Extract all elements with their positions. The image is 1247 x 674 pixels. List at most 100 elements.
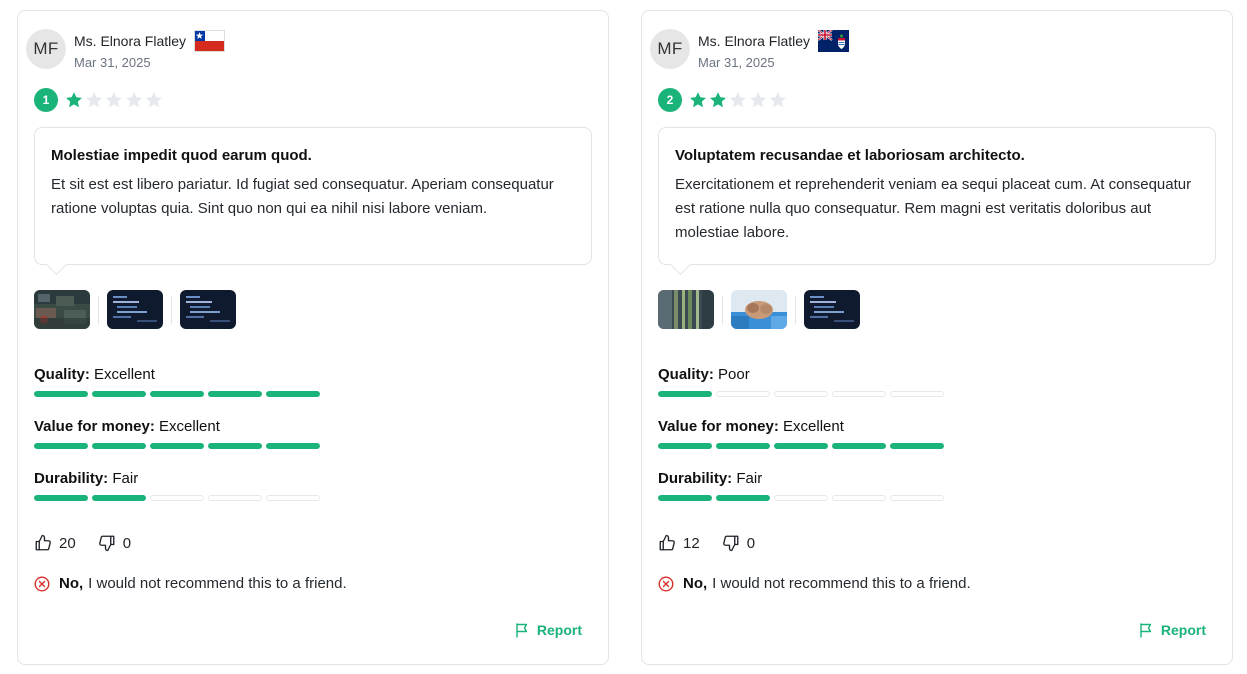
rating-row: 2 (658, 88, 788, 112)
review-images (34, 290, 236, 329)
star-rating (64, 90, 164, 110)
attribute-bar (658, 495, 948, 501)
bar-segment-filled (832, 443, 886, 449)
review-title: Voluptatem recusandae et laboriosam arch… (675, 147, 1025, 164)
review-images (658, 290, 860, 329)
attribute-quality: Quality: Poor (658, 365, 948, 397)
circuit-board-thumbnail[interactable] (34, 290, 90, 329)
bar-segment-empty (774, 391, 828, 397)
star-empty-icon (106, 92, 122, 108)
attribute-bar (34, 443, 324, 449)
thumbs-up-button[interactable]: 12 (658, 534, 700, 552)
rating-badge: 1 (34, 88, 58, 112)
bar-segment-empty (832, 391, 886, 397)
attribute-durability: Durability: Fair (658, 469, 948, 501)
review-body: Et sit est est libero pariatur. Id fugia… (51, 176, 554, 217)
thumbs-down-icon (98, 535, 115, 552)
thumbs-down-count: 0 (746, 534, 756, 552)
attribute-label: Value for money: (658, 418, 779, 435)
thumbs-up-icon (659, 534, 675, 551)
bar-segment-filled (150, 443, 204, 449)
thumbs-up-count: 20 (59, 534, 76, 552)
thumbs-up-button[interactable]: 20 (34, 534, 76, 552)
report-button[interactable]: Report (514, 622, 582, 638)
close-circle-icon (34, 575, 50, 592)
recommend-answer: No, (59, 575, 84, 592)
bar-segment-empty (266, 495, 320, 501)
review-body: Exercitationem et reprehenderit veniam e… (675, 176, 1192, 241)
thumbs-up-icon (35, 534, 51, 551)
attribute-value: Fair (112, 470, 139, 487)
report-button[interactable]: Report (1138, 622, 1206, 638)
attribute-bar (658, 391, 948, 397)
thumbnail-separator (722, 295, 723, 324)
review-card: MF Ms. Elnora Flatley Mar 31, 2025 2 Vol… (641, 10, 1233, 665)
review-date: Mar 31, 2025 (698, 55, 775, 70)
bar-segment-filled (774, 443, 828, 449)
code-screen-thumbnail[interactable] (804, 290, 860, 329)
bar-segment-filled (208, 391, 262, 397)
bar-segment-empty (890, 495, 944, 501)
recommend-text: I would not recommend this to a friend. (88, 575, 347, 592)
handshake-thumbnail[interactable] (731, 290, 787, 329)
bar-segment-empty (774, 495, 828, 501)
thumbs-up-count: 12 (683, 534, 700, 552)
thumbnail-separator (171, 295, 172, 324)
attribute-label: Quality: (34, 366, 90, 383)
bar-segment-filled (92, 391, 146, 397)
author-name: Ms. Elnora Flatley (74, 33, 187, 49)
star-empty-icon (146, 92, 162, 108)
review-header: MF Ms. Elnora Flatley Mar 31, 2025 (650, 29, 850, 70)
star-rating (688, 90, 788, 110)
bar-segment-filled (266, 391, 320, 397)
report-label: Report (536, 622, 582, 638)
star-empty-icon (86, 92, 102, 108)
bar-segment-empty (890, 391, 944, 397)
recommendation: No, I would not recommend this to a frie… (658, 575, 971, 592)
bar-segment-filled (890, 443, 944, 449)
rating-badge: 2 (658, 88, 682, 112)
attribute-bar (34, 495, 324, 501)
attribute-bar (34, 391, 324, 397)
thumbs-down-button[interactable]: 0 (98, 534, 131, 552)
cayman-islands-flag-icon (818, 30, 850, 52)
review-bubble: Voluptatem recusandae et laboriosam arch… (658, 127, 1216, 265)
attribute-value-for-money: Value for money: Excellent (34, 417, 324, 449)
name-row: Ms. Elnora Flatley (74, 29, 226, 53)
name-row: Ms. Elnora Flatley (698, 29, 850, 53)
bar-segment-filled (716, 495, 770, 501)
thumbnail-separator (98, 295, 99, 324)
bar-segment-filled (716, 443, 770, 449)
recommend-text: I would not recommend this to a friend. (712, 575, 971, 592)
review-title: Molestiae impedit quod earum quod. (51, 147, 312, 164)
star-filled-icon (66, 92, 82, 108)
bar-segment-filled (266, 443, 320, 449)
code-screen-thumbnail[interactable] (107, 290, 163, 329)
star-empty-icon (126, 92, 142, 108)
attribute-value: Excellent (94, 366, 155, 383)
attribute-quality: Quality: Excellent (34, 365, 324, 397)
avatar: MF (26, 29, 66, 69)
close-circle-icon (658, 575, 674, 592)
star-empty-icon (770, 92, 786, 108)
bar-segment-filled (150, 391, 204, 397)
attribute-value-for-money: Value for money: Excellent (658, 417, 948, 449)
review-card: MF Ms. Elnora Flatley Mar 31, 2025 1 Mol… (17, 10, 609, 665)
bar-segment-filled (34, 391, 88, 397)
thumbs-down-count: 0 (122, 534, 132, 552)
server-cables-thumbnail[interactable] (658, 290, 714, 329)
attribute-value: Poor (718, 366, 750, 383)
helpful-votes: 12 0 (658, 534, 777, 552)
bar-segment-filled (658, 391, 712, 397)
code-screen-thumbnail[interactable] (180, 290, 236, 329)
star-empty-icon (730, 92, 746, 108)
star-empty-icon (750, 92, 766, 108)
flag-icon (1140, 623, 1152, 638)
bar-segment-empty (150, 495, 204, 501)
attribute-value: Excellent (783, 418, 844, 435)
recommend-answer: No, (683, 575, 708, 592)
avatar: MF (650, 29, 690, 69)
star-filled-icon (690, 92, 706, 108)
thumbs-down-button[interactable]: 0 (722, 534, 755, 552)
bar-segment-filled (92, 443, 146, 449)
